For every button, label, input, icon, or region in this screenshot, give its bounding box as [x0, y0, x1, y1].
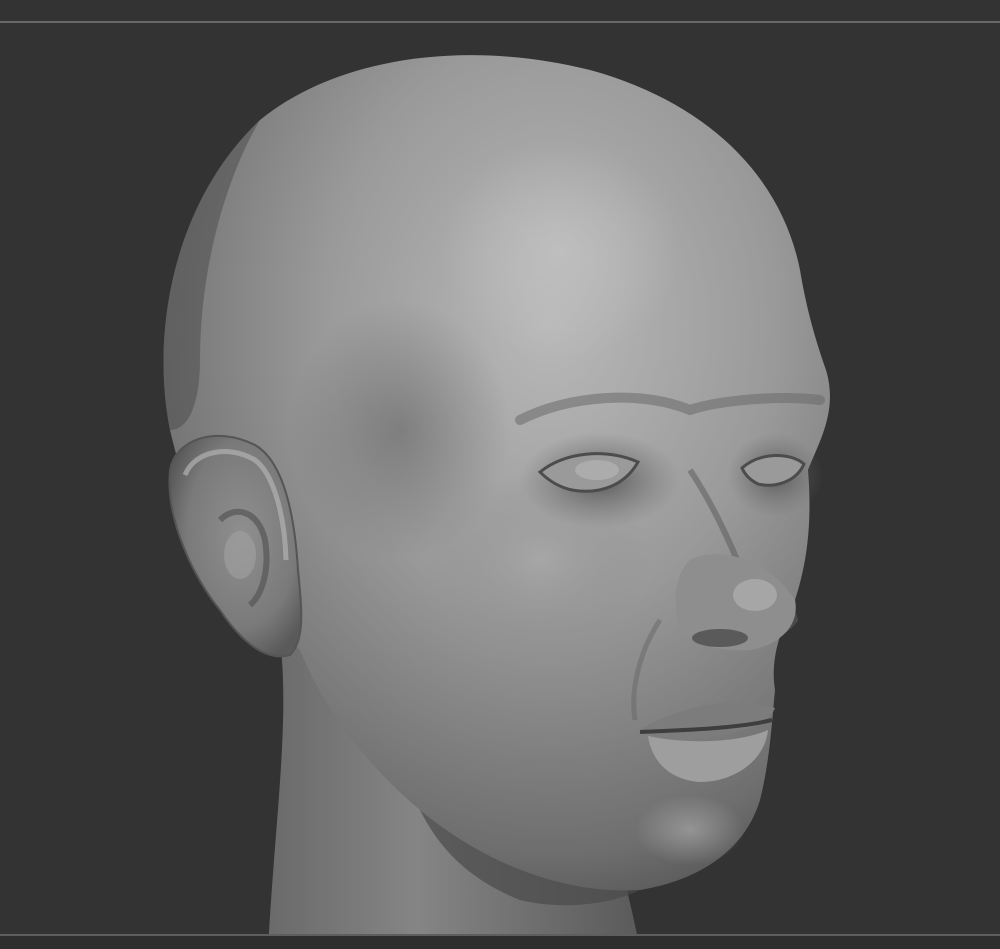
bottom-status-strip	[0, 936, 1000, 949]
top-toolbar-strip	[0, 0, 1000, 21]
head-model-render	[163, 55, 830, 934]
temple-shadow	[290, 300, 510, 560]
sculpt-app-window	[0, 0, 1000, 949]
left-eyeball-highlight	[575, 460, 619, 480]
3d-viewport-canvas[interactable]	[0, 23, 1000, 934]
nose-highlight	[733, 579, 777, 611]
nostril	[692, 629, 748, 647]
chin-highlight	[635, 795, 745, 865]
forehead-highlight	[440, 140, 680, 360]
ear-concha	[224, 531, 256, 579]
